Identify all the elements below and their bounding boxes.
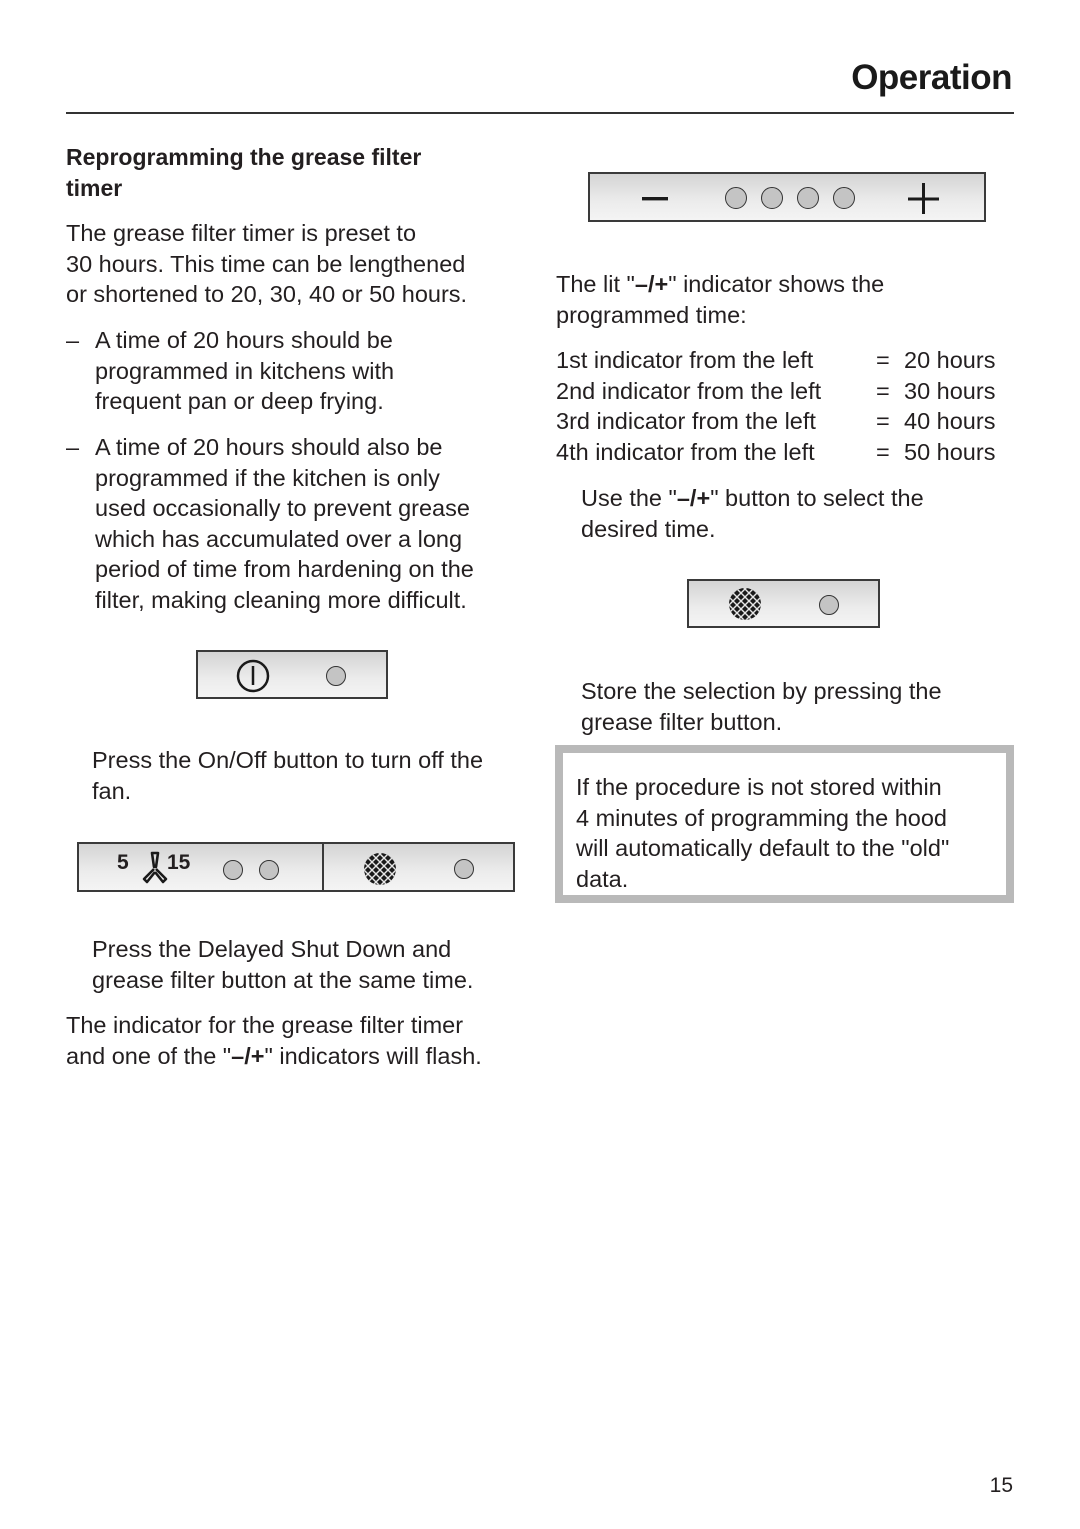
indicator-light (833, 187, 855, 209)
minus-icon[interactable] (642, 196, 672, 202)
note-box: If the procedure is not stored within 4 … (555, 745, 1014, 903)
equals-sign: = (876, 347, 890, 373)
indicator-label: 3rd indicator from the left (556, 408, 816, 434)
indicator-label: 4th indicator from the left (556, 438, 815, 465)
text-line: grease filter button at the same time. (92, 966, 474, 993)
step-press-both-buttons: Press the Delayed Shut Down and grease f… (92, 934, 532, 995)
text-line: 4 minutes of programming the hood (576, 804, 947, 831)
indicator-value: 50 hours (904, 438, 996, 465)
delayed-shutdown-panel: 5 15 (77, 842, 324, 892)
equals-sign: = (876, 438, 890, 465)
indicator-light (326, 666, 346, 686)
text-span: Use the " (581, 485, 677, 511)
intro-paragraph: The grease filter timer is preset to 30 … (66, 218, 536, 310)
header-divider (66, 112, 1014, 114)
lit-indicator-paragraph: The lit "–/+" indicator shows the progra… (556, 269, 1016, 330)
flash-paragraph: The indicator for the grease filter time… (66, 1010, 536, 1071)
heading-line: timer (66, 175, 123, 201)
text-line: or shortened to 20, 30, 40 or 50 hours. (66, 281, 468, 307)
text-line: data. (576, 865, 629, 892)
store-selection-paragraph: Store the selection by pressing the grea… (581, 676, 1021, 737)
grease-filter-panel (322, 842, 515, 892)
text-span: The lit " (556, 271, 635, 297)
text-line: Press the On/Off button to turn off the (92, 747, 484, 773)
text-span: " button to select the (710, 485, 924, 511)
text-line: grease filter button. (581, 708, 783, 735)
equals-sign: = (876, 377, 890, 404)
text-line: which has accumulated over a long (95, 525, 463, 552)
text-line: 30 hours. This time can be lengthened (66, 250, 466, 277)
heading-line: Reprogramming the grease filter (66, 144, 422, 170)
note-text: If the procedure is not stored within 4 … (576, 772, 1006, 894)
text-line: A time of 20 hours should also be (95, 434, 443, 460)
grease-filter-icon[interactable] (362, 852, 398, 886)
indicator-value: 40 hours (904, 408, 996, 434)
indicator-label: 1st indicator from the left (556, 347, 814, 373)
use-button-paragraph: Use the "–/+" button to select the desir… (581, 483, 1021, 544)
indicator-light (259, 860, 279, 880)
indicator-light (819, 595, 839, 615)
indicator-value: 30 hours (904, 377, 996, 404)
text-line: frequent pan or deep frying. (95, 388, 384, 414)
page-number: 15 (989, 1474, 1013, 1497)
step-turn-off-fan: Press the On/Off button to turn off the … (92, 745, 532, 806)
text-line: filter, making cleaning more difficult. (95, 586, 467, 613)
plus-icon[interactable] (908, 183, 940, 215)
indicator-light (725, 187, 747, 209)
minus-plus-symbol: –/+ (676, 485, 711, 511)
text-span: " indicator shows the (668, 271, 885, 297)
power-icon[interactable] (236, 659, 270, 693)
bullet-dash: – (66, 327, 80, 353)
bullet-dash: – (66, 434, 80, 460)
text-line: If the procedure is not stored within (576, 774, 942, 800)
text-line: programmed time: (556, 301, 747, 328)
indicator-light (761, 187, 783, 209)
minus-plus-control-panel (588, 172, 986, 222)
indicator-light (797, 187, 819, 209)
indicator-light (454, 859, 474, 879)
text-line: programmed if the kitchen is only (95, 464, 440, 491)
minus-plus-symbol: –/+ (634, 271, 669, 297)
equals-sign: = (876, 408, 890, 434)
delay-5-label: 5 (117, 851, 129, 874)
text-line: A time of 20 hours should be (95, 327, 393, 353)
text-line: Use the "–/+" button to select the (581, 483, 1021, 514)
onoff-control-panel (196, 650, 388, 699)
text-line: The indicator for the grease filter time… (66, 1012, 464, 1038)
section-heading: Reprogramming the grease filter timer (66, 142, 536, 204)
text-line: period of time from hardening on the (95, 556, 474, 582)
fan-icon[interactable] (140, 851, 170, 885)
text-line: The lit "–/+" indicator shows the (556, 269, 1016, 300)
section-title: Operation (851, 58, 1012, 97)
text-line: programmed in kitchens with (95, 357, 395, 384)
text-line: Press the Delayed Shut Down and (92, 936, 452, 962)
indicator-value: 20 hours (904, 347, 996, 373)
indicator-label: 2nd indicator from the left (556, 377, 822, 404)
text-line: and one of the "–/+" indicators will fla… (66, 1041, 536, 1072)
grease-filter-control-panel (687, 579, 880, 628)
text-line: used occasionally to prevent grease (95, 495, 470, 521)
delay-15-label: 15 (167, 851, 191, 874)
text-line: fan. (92, 777, 132, 804)
minus-plus-symbol: –/+ (231, 1042, 265, 1069)
text-span: " indicators will flash. (264, 1042, 482, 1069)
text-line: Store the selection by pressing the (581, 678, 942, 704)
text-line: will automatically default to the "old" (576, 835, 950, 861)
text-span: and one of the " (66, 1042, 232, 1069)
bullet-item: – A time of 20 hours should be programme… (66, 325, 536, 420)
text-line: The grease filter timer is preset to (66, 220, 417, 246)
bullet-item: – A time of 20 hours should also be prog… (66, 432, 536, 617)
indicator-light (223, 860, 243, 880)
grease-filter-icon[interactable] (727, 587, 763, 621)
text-line: desired time. (581, 515, 716, 542)
